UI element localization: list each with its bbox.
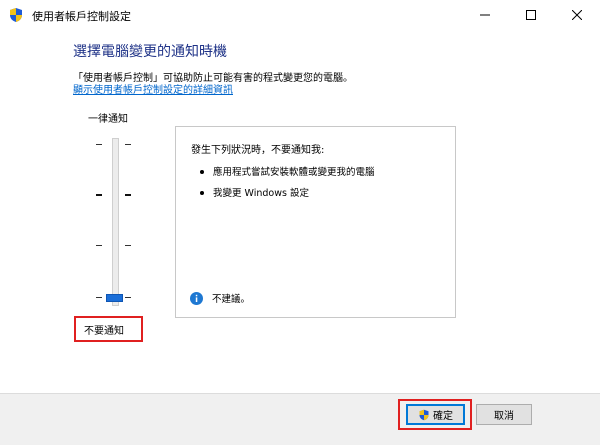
slider-tick xyxy=(125,297,131,298)
uac-shield-icon xyxy=(419,409,429,420)
page-title: 選擇電腦變更的通知時機 xyxy=(73,44,227,60)
ok-button[interactable]: 確定 xyxy=(406,404,465,425)
maximize-button[interactable] xyxy=(508,0,554,30)
info-text: 不建議。 xyxy=(212,294,251,305)
slider-tick xyxy=(96,297,102,298)
ok-button-label: 確定 xyxy=(433,411,453,422)
slider-tick xyxy=(96,245,102,246)
bullet-dot xyxy=(200,170,204,174)
cancel-button[interactable]: 取消 xyxy=(476,404,532,425)
slider-track[interactable] xyxy=(112,138,119,306)
slider-tick xyxy=(125,144,131,145)
list-item: 應用程式嘗試安裝軟體或變更我的電腦 xyxy=(213,167,375,178)
panel-title: 發生下列狀況時，不要通知我: xyxy=(191,145,325,156)
bullet-dot xyxy=(200,191,204,195)
slider-tick xyxy=(96,144,102,145)
slider-tick xyxy=(125,245,131,246)
slider-thumb[interactable] xyxy=(106,294,123,302)
slider-bottom-label: 不要通知 xyxy=(84,326,124,337)
list-item: 我變更 Windows 設定 xyxy=(213,188,309,199)
maximize-icon xyxy=(526,10,536,20)
minimize-button[interactable] xyxy=(462,0,508,30)
cancel-button-label: 取消 xyxy=(494,411,514,422)
info-icon xyxy=(190,290,203,305)
window-title: 使用者帳戶控制設定 xyxy=(32,10,131,23)
slider-tick xyxy=(125,194,131,196)
uac-shield-icon xyxy=(8,7,24,23)
slider-top-label: 一律通知 xyxy=(88,114,128,125)
close-icon xyxy=(572,10,582,20)
slider-tick xyxy=(96,194,102,196)
details-link[interactable]: 顯示使用者帳戶控制設定的詳細資訊 xyxy=(73,81,233,96)
minimize-icon xyxy=(480,14,490,16)
close-button[interactable] xyxy=(554,0,600,30)
